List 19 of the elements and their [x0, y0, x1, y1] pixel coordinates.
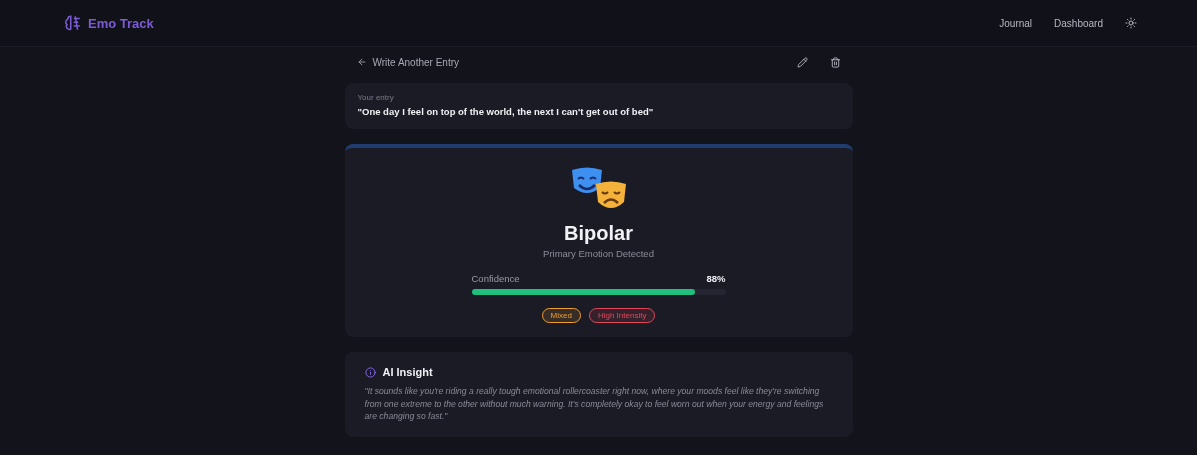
nav-link[interactable]: Journal — [999, 17, 1033, 29]
insight-title: AI Insight — [382, 366, 433, 378]
confidence-label: Confidence — [471, 273, 520, 284]
confidence-value: 88% — [706, 273, 726, 284]
info-icon — [364, 366, 376, 378]
emotion-subtitle: Primary Emotion Detected — [543, 248, 654, 259]
entry-label: Your entry — [357, 93, 395, 102]
arrow-left-icon — [356, 57, 367, 67]
theme-toggle-sun-icon[interactable] — [1125, 17, 1137, 29]
edit-pencil-icon[interactable] — [796, 56, 808, 68]
emotion-tag: Mixed — [541, 308, 581, 323]
emotion-name: Bipolar — [564, 222, 633, 245]
nav-link[interactable]: Dashboard — [1054, 17, 1103, 29]
delete-trash-icon[interactable] — [829, 56, 841, 68]
app-title: Emo Track — [88, 15, 154, 31]
entry-text: "One day I feel on top of the world, the next I can't get out of bed" — [357, 106, 655, 117]
insight-text: "It sounds like you're riding a really tough emotional rollercoaster right now, where your moods feel like they're switching from one extreme to the other without much warning. It's completely okay to feel worn out when your energy and feelings are changing so fast." — [364, 385, 825, 423]
back-link[interactable]: Write Another Entry — [356, 56, 460, 68]
emotion-tag: High Intensity — [588, 308, 656, 323]
